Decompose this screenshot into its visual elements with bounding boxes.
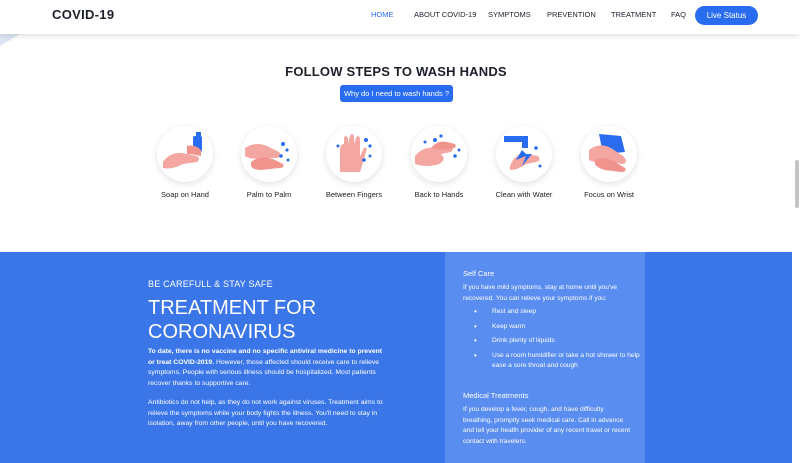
- self-care-heading: Self Care: [463, 269, 495, 278]
- live-status-button[interactable]: Live Status: [695, 6, 758, 25]
- treatment-title: TREATMENT FOR CORONAVIRUS: [148, 297, 317, 343]
- nav-faq[interactable]: FAQ: [671, 10, 686, 19]
- step-label: Back to Hands: [414, 190, 464, 199]
- self-care-list: Rest and sleep Keep warm Drink plenty of…: [472, 307, 642, 376]
- wash-hands-title: FOLLOW STEPS TO WASH HANDS: [285, 64, 507, 79]
- soap-on-hand-icon: [157, 126, 213, 182]
- wash-step: Soap on Hand: [142, 126, 228, 199]
- step-label: Palm to Palm: [246, 190, 292, 199]
- between-fingers-icon: [326, 126, 382, 182]
- self-care-text: If you have mild symptoms, stay at home …: [463, 284, 618, 302]
- nav-prevention[interactable]: PREVENTION: [547, 10, 596, 19]
- clean-with-water-icon: [496, 126, 552, 182]
- treatment-antibiotics-text: Antibiotics do not help, as they do not …: [148, 399, 383, 427]
- list-item: Rest and sleep: [472, 307, 642, 318]
- list-item: Drink plenty of liquids: [472, 336, 642, 347]
- site-header: COVID-19 HOME ABOUT COVID-19 SYMPTOMS PR…: [0, 0, 800, 34]
- list-item: Use a room humidifier or take a hot show…: [472, 351, 642, 372]
- page-scrollbar[interactable]: [795, 160, 799, 208]
- treatment-kicker: BE CAREFULL & STAY SAFE: [148, 279, 273, 289]
- wash-step: Back to Hands: [396, 126, 482, 199]
- wash-step: Palm to Palm: [226, 126, 312, 199]
- treatment-intro: To date, there is no vaccine and no spec…: [148, 347, 384, 389]
- step-label: Soap on Hand: [161, 190, 209, 199]
- step-label: Focus on Wrist: [584, 190, 634, 199]
- wash-step: Between Fingers: [311, 126, 397, 199]
- palm-to-palm-icon: [241, 126, 297, 182]
- back-to-hands-icon: [411, 126, 467, 182]
- nav-home[interactable]: HOME: [371, 10, 394, 19]
- list-item: Keep warm: [472, 322, 642, 333]
- nav-treatment[interactable]: TREATMENT: [611, 10, 656, 19]
- nav-about-covid[interactable]: ABOUT COVID-19: [414, 10, 476, 19]
- wash-step: Clean with Water: [481, 126, 567, 199]
- treatment-section: [0, 252, 792, 463]
- focus-on-wrist-icon: [581, 126, 637, 182]
- step-label: Clean with Water: [495, 190, 553, 199]
- main-nav: HOME ABOUT COVID-19 SYMPTOMS PREVENTION …: [0, 10, 800, 24]
- nav-symptoms[interactable]: SYMPTOMS: [488, 10, 531, 19]
- medical-treatments-text: If you develop a fever, cough, and have …: [463, 406, 631, 445]
- wash-step: Focus on Wrist: [566, 126, 652, 199]
- medical-treatments-heading: Medical Treatments: [463, 391, 529, 400]
- decorative-corner: [0, 34, 20, 46]
- why-wash-hands-button[interactable]: Why do I need to wash hands ?: [340, 85, 453, 102]
- step-label: Between Fingers: [325, 190, 383, 199]
